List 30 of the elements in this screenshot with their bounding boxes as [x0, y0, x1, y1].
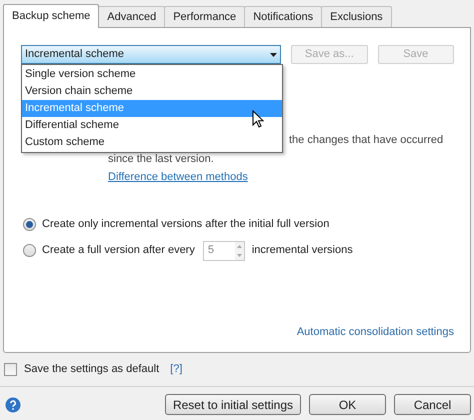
description-text: since the last version.: [108, 152, 214, 167]
checkbox-label: Save the settings as default: [24, 362, 160, 377]
dropdown-option[interactable]: Version chain scheme: [22, 83, 282, 100]
dialog-button[interactable]: Cancel: [394, 394, 471, 415]
dialog-button[interactable]: OK: [309, 394, 386, 415]
help-link[interactable]: [?]: [170, 360, 182, 378]
help-icon[interactable]: [5, 396, 21, 412]
count-spinner[interactable]: 5: [202, 240, 245, 260]
mouse-pointer-icon: [252, 110, 264, 128]
option-label: Create a full version after every: [42, 243, 195, 258]
radio-button[interactable]: [23, 218, 36, 231]
dialog-button[interactable]: Reset to initial settings: [164, 394, 301, 415]
tab[interactable]: Notifications: [244, 6, 322, 27]
dropdown-option[interactable]: Differential scheme: [22, 117, 282, 134]
radio-button[interactable]: [23, 244, 36, 257]
scheme-dropdown[interactable]: Incremental scheme: [21, 45, 282, 64]
option-suffix: incremental versions: [252, 243, 353, 258]
dropdown-option[interactable]: Custom scheme: [22, 134, 282, 151]
option-label: Create only incremental versions after the initial full version: [42, 217, 330, 232]
tab[interactable]: Performance: [164, 6, 246, 27]
caret-icon: [270, 52, 278, 56]
dropdown-option[interactable]: Single version scheme: [22, 66, 282, 83]
tab[interactable]: Backup scheme: [3, 4, 100, 28]
tab[interactable]: Exclusions: [321, 6, 392, 27]
difference-link[interactable]: Difference between methods: [108, 171, 248, 183]
consolidation-link[interactable]: Automatic consolidation settings: [296, 324, 454, 340]
spinner-arrows-icon: [234, 242, 244, 260]
tab[interactable]: Advanced: [98, 6, 166, 27]
description-text: the changes that have occurred: [289, 133, 444, 148]
checkbox[interactable]: [4, 362, 17, 376]
